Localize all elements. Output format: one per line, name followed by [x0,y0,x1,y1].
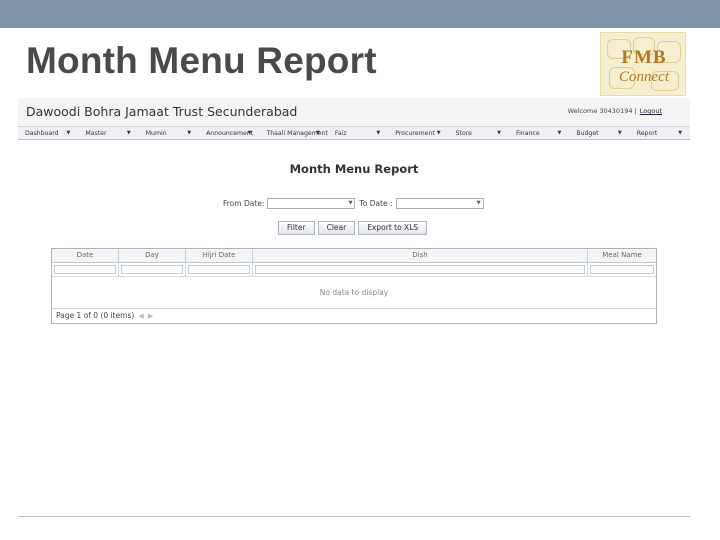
caret-down-icon: ▼ [348,199,353,206]
top-band [0,0,720,28]
app-header: Dawoodi Bohra Jamaat Trust Secunderabad … [18,98,690,126]
nav-label: Mumin [145,130,167,137]
nav-item-finance[interactable]: Finance ▼ [509,127,569,139]
export-xls-button[interactable]: Export to XLS [358,221,428,235]
nav-label: Dashboard [25,130,59,137]
column-header-hijri-date[interactable]: Hijri Date [186,249,253,262]
menu-grid: Date Day Hijri Date Dish Meal Name No da… [51,248,657,324]
app-title: Dawoodi Bohra Jamaat Trust Secunderabad [26,104,298,119]
caret-down-icon: ▼ [557,130,562,136]
grid-filter-row [52,263,656,277]
welcome-user: Welcome 30430194 | [567,107,637,115]
filter-input-day[interactable] [121,265,183,274]
to-date-label: To Date : [359,198,393,208]
nav-label: Faiz [334,130,347,137]
nav-item-mumin[interactable]: Mumin ▼ [139,127,199,139]
caret-down-icon: ▼ [436,130,441,136]
nav-label: Report [636,130,658,137]
footer-divider [18,516,690,517]
caret-down-icon: ▼ [316,130,320,136]
column-header-meal-name[interactable]: Meal Name [588,249,656,262]
from-date-label: From Date: [223,198,265,208]
nav-label: Master [85,130,107,137]
caret-down-icon: ▼ [497,130,501,136]
logo-line-2: Connect [619,69,669,85]
filter-cell-date [52,263,119,276]
from-date-select[interactable]: ▼ [267,197,356,209]
nav-item-procurement[interactable]: Procurement ▼ [388,127,448,139]
pager-next-icon[interactable]: ▶ [148,309,153,323]
caret-down-icon: ▼ [187,130,192,136]
caret-down-icon: ▼ [376,130,381,136]
pager-summary: Page 1 of 0 (0 items) [56,311,135,320]
slide: Month Menu Report FMB Connect Dawoodi Bo… [0,0,720,540]
date-filter-row: From Date: ▼ To Date : ▼ [223,196,488,210]
nav-label: Finance [515,130,540,137]
column-header-dish[interactable]: Dish [253,249,588,262]
clear-button[interactable]: Clear [317,221,356,235]
grid-header-row: Date Day Hijri Date Dish Meal Name [52,249,656,263]
fmb-connect-logo: FMB Connect [600,32,686,96]
filter-button[interactable]: Filter [278,221,315,235]
main-nav: Dashboard ▼ Master ▼ Mumin ▼ Announcement ▼ … [18,126,690,140]
nav-item-dashboard[interactable]: Dashboard ▼ [18,127,78,139]
nav-item-store[interactable]: Store ▼ [449,127,509,139]
filter-cell-meal-name [588,263,656,276]
logout-link[interactable]: Logout [640,107,662,115]
column-header-date[interactable]: Date [52,249,119,262]
slide-title: Month Menu Report [26,40,377,81]
nav-item-master[interactable]: Master ▼ [78,127,138,139]
empty-message: No data to display [52,277,656,309]
app-screenshot: Dawoodi Bohra Jamaat Trust Secunderabad … [18,98,690,338]
column-header-day[interactable]: Day [119,249,186,262]
nav-item-announcement[interactable]: Announcement ▼ [199,127,259,139]
caret-down-icon: ▼ [678,130,683,136]
nav-label: Store [455,130,472,137]
nav-label: Budget [576,130,599,137]
filter-input-meal-name[interactable] [590,265,654,274]
welcome-text: Welcome 30430194 | Logout [568,107,662,115]
to-date-select[interactable]: ▼ [395,197,484,209]
filter-cell-hijri-date [186,263,253,276]
nav-item-budget[interactable]: Budget ▼ [569,127,629,139]
logo-line-1: FMB [621,47,667,68]
filter-input-dish[interactable] [255,265,585,274]
caret-down-icon: ▼ [247,130,252,136]
nav-label: Procurement [395,130,435,137]
filter-input-date[interactable] [54,265,116,274]
caret-down-icon: ▼ [617,130,622,136]
nav-item-thaali-management[interactable]: Thaali Management ▼ [259,127,327,139]
caret-down-icon: ▼ [66,130,71,136]
caret-down-icon: ▼ [476,199,481,206]
nav-item-report[interactable]: Report ▼ [630,127,690,139]
filter-cell-day [119,263,186,276]
nav-label: Announcement [206,130,254,137]
filter-input-hijri-date[interactable] [188,265,250,274]
caret-down-icon: ▼ [126,130,131,136]
pager-prev-icon[interactable]: ◀ [138,309,143,323]
action-buttons: Filter Clear Export to XLS [278,221,428,235]
filter-cell-dish [253,263,588,276]
nav-item-faiz[interactable]: Faiz ▼ [328,127,388,139]
grid-pager: Page 1 of 0 (0 items) ◀ ▶ [52,309,656,323]
report-title: Month Menu Report [289,162,419,176]
